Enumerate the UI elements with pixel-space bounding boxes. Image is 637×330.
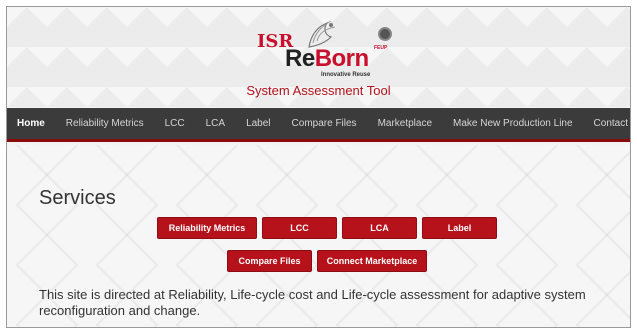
header: ISR ReBorn Innovative Reuse FEUP System … (7, 7, 630, 107)
nav-label[interactable]: Label (246, 118, 270, 129)
site-description: This site is directed at Reliability, Li… (39, 287, 586, 318)
page-title: Services (39, 187, 116, 209)
connect-marketplace-button[interactable]: Connect Marketplace (317, 250, 427, 272)
nav-home[interactable]: Home (17, 118, 45, 129)
reborn-logo: ReBorn (285, 45, 369, 73)
reborn-logo-born: Born (314, 45, 370, 72)
main-navbar: Home Reliability Metrics LCC LCA Label C… (7, 108, 630, 142)
feup-seal-icon (378, 27, 392, 41)
feup-label: FEUP (374, 45, 388, 51)
reliability-metrics-button[interactable]: Reliability Metrics (157, 217, 257, 239)
nav-make-new-production-line[interactable]: Make New Production Line (453, 118, 573, 129)
nav-marketplace[interactable]: Marketplace (378, 118, 432, 129)
logo-group: ISR ReBorn Innovative Reuse FEUP (257, 17, 407, 81)
reborn-tagline: Innovative Reuse (321, 72, 371, 78)
nav-lca[interactable]: LCA (206, 118, 225, 129)
nav-compare-files[interactable]: Compare Files (292, 118, 357, 129)
reborn-logo-re: Re (285, 45, 315, 72)
compare-files-button[interactable]: Compare Files (227, 250, 312, 272)
lca-button[interactable]: LCA (342, 217, 417, 239)
nav-contact[interactable]: Contact (594, 118, 628, 129)
feup-logo: FEUP (372, 27, 398, 61)
main-content: Services Reliability Metrics LCC LCA Lab… (7, 145, 630, 327)
nav-lcc[interactable]: LCC (165, 118, 185, 129)
site-title: System Assessment Tool (246, 83, 391, 98)
browser-frame: ISR ReBorn Innovative Reuse FEUP System … (6, 6, 631, 328)
lcc-button[interactable]: LCC (262, 217, 337, 239)
label-button[interactable]: Label (422, 217, 497, 239)
nav-reliability-metrics[interactable]: Reliability Metrics (66, 118, 144, 129)
